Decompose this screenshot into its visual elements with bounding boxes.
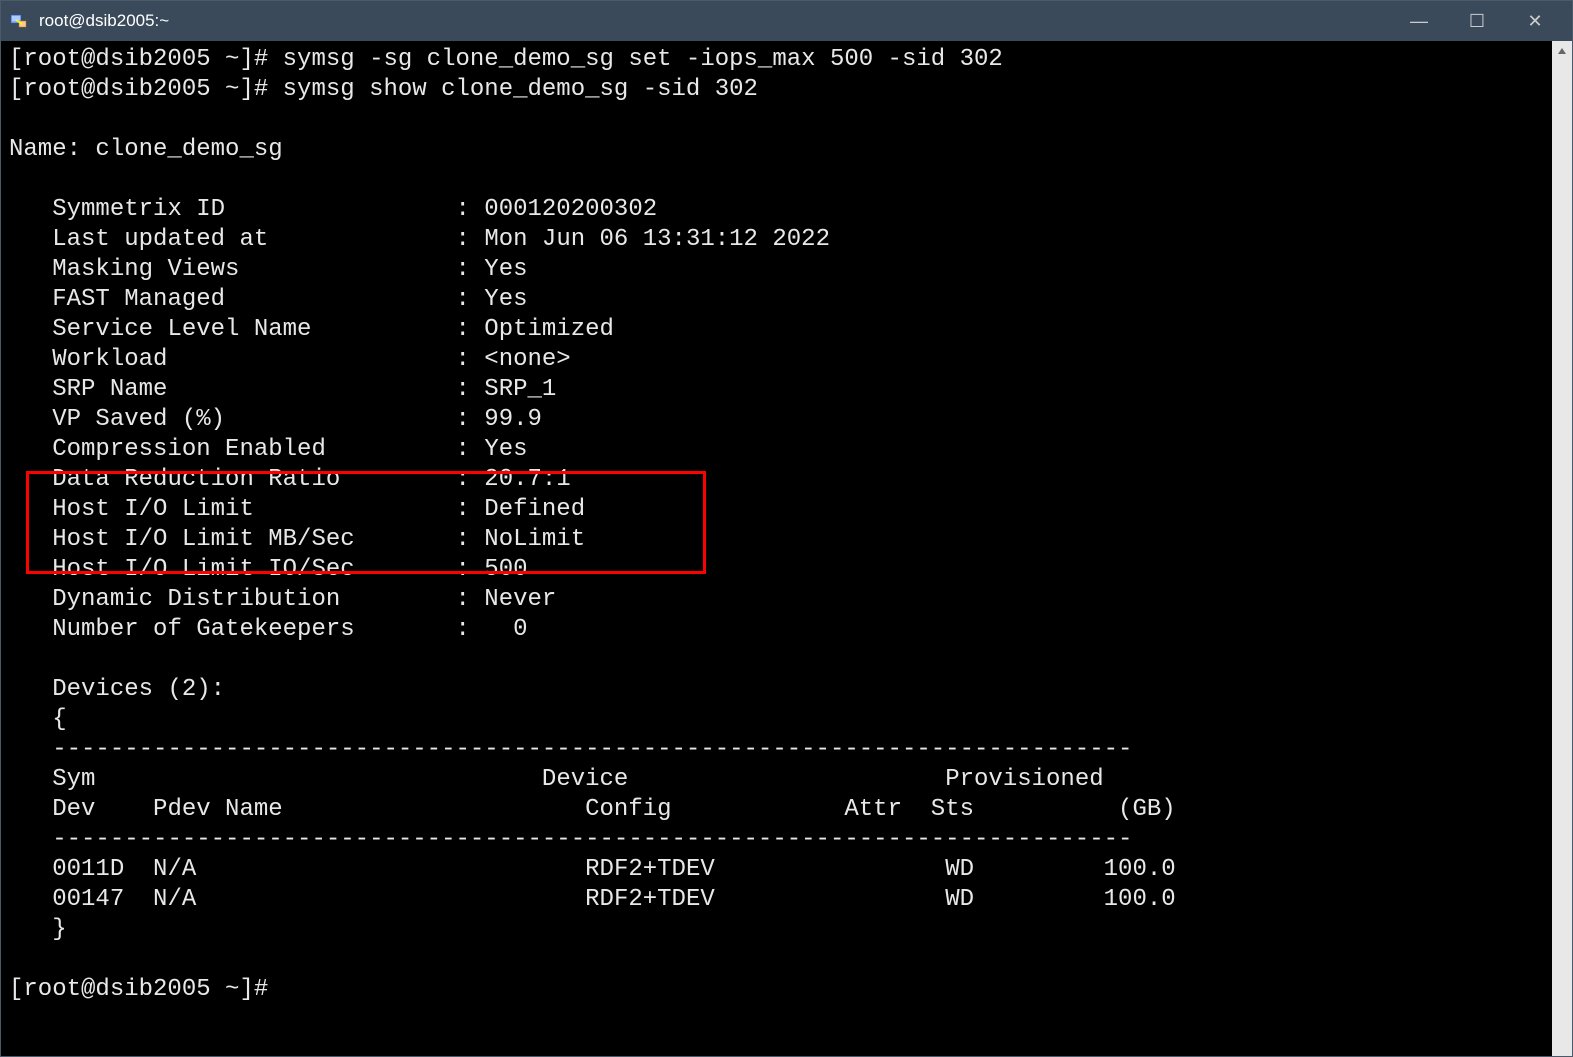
table-header: Attr xyxy=(844,796,902,823)
command-text: symsg show clone_demo_sg -sid 302 xyxy=(283,76,758,103)
attr-value: Yes xyxy=(484,286,527,313)
terminal-area: [root@dsib2005 ~]# symsg -sg clone_demo_… xyxy=(1,41,1572,1056)
attr-value: 000120200302 xyxy=(484,196,657,223)
separator-line: ----------------------------------------… xyxy=(52,826,1132,853)
cell-sts: WD xyxy=(945,856,974,883)
attr-value: Never xyxy=(484,586,556,613)
vertical-scrollbar[interactable] xyxy=(1552,41,1572,1056)
output-value: clone_demo_sg xyxy=(95,136,282,163)
attr-value: NoLimit xyxy=(484,526,585,553)
terminal-content[interactable]: [root@dsib2005 ~]# symsg -sg clone_demo_… xyxy=(1,41,1552,1056)
table-row: 00147 xyxy=(52,886,124,913)
cell-gb: 100.0 xyxy=(1104,886,1176,913)
attr-value: Yes xyxy=(484,436,527,463)
table-header: Config xyxy=(585,796,671,823)
title-bar[interactable]: root@dsib2005:~ — ☐ ✕ xyxy=(1,1,1572,41)
cell-gb: 100.0 xyxy=(1104,856,1176,883)
command-text: symsg -sg clone_demo_sg set -iops_max 50… xyxy=(283,46,1003,73)
separator-line: ----------------------------------------… xyxy=(52,736,1132,763)
attr-value: Yes xyxy=(484,256,527,283)
cell-pdev: N/A xyxy=(153,856,196,883)
table-header: Device xyxy=(542,766,628,793)
cell-pdev: N/A xyxy=(153,886,196,913)
attr-value: Mon Jun 06 13:31:12 2022 xyxy=(484,226,830,253)
scroll-up-arrow-icon[interactable] xyxy=(1554,43,1570,59)
terminal-window: root@dsib2005:~ — ☐ ✕ [root@dsib2005 ~]#… xyxy=(0,0,1573,1057)
maximize-button[interactable]: ☐ xyxy=(1448,1,1506,41)
attr-label: Number of Gatekeepers xyxy=(52,616,354,643)
cell-config: RDF2+TDEV xyxy=(585,886,715,913)
table-header: (GB) xyxy=(1118,796,1176,823)
window-controls: — ☐ ✕ xyxy=(1390,1,1564,41)
attr-label: Compression Enabled xyxy=(52,436,326,463)
brace: { xyxy=(52,706,66,733)
section-header: Devices (2): xyxy=(52,676,225,703)
table-row: 0011D xyxy=(52,856,124,883)
attr-value: <none> xyxy=(484,346,570,373)
cell-config: RDF2+TDEV xyxy=(585,856,715,883)
attr-label: Symmetrix ID xyxy=(52,196,225,223)
minimize-button[interactable]: — xyxy=(1390,1,1448,41)
window-title: root@dsib2005:~ xyxy=(39,11,1390,31)
table-header: Provisioned xyxy=(945,766,1103,793)
attr-value: SRP_1 xyxy=(484,376,556,403)
brace: } xyxy=(52,916,66,943)
table-header: Sts xyxy=(931,796,974,823)
attr-label: Host I/O Limit xyxy=(52,496,254,523)
attr-label: Service Level Name xyxy=(52,316,311,343)
cell-sts: WD xyxy=(945,886,974,913)
attr-label: VP Saved (%) xyxy=(52,406,225,433)
table-header: Dev xyxy=(52,796,95,823)
prompt: [root@dsib2005 ~]# xyxy=(9,976,268,1003)
output-label: Name: xyxy=(9,136,81,163)
attr-label: SRP Name xyxy=(52,376,167,403)
prompt: [root@dsib2005 ~]# xyxy=(9,76,268,103)
attr-value: 0 xyxy=(513,616,527,643)
attr-value: 500 xyxy=(484,556,527,583)
attr-label: Workload xyxy=(52,346,167,373)
close-button[interactable]: ✕ xyxy=(1506,1,1564,41)
attr-label: Last updated at xyxy=(52,226,268,253)
attr-value: 99.9 xyxy=(484,406,542,433)
prompt: [root@dsib2005 ~]# xyxy=(9,46,268,73)
attr-label: Host I/O Limit MB/Sec xyxy=(52,526,354,553)
putty-icon xyxy=(9,11,29,31)
table-header: Sym xyxy=(52,766,95,793)
attr-label: Data Reduction Ratio xyxy=(52,466,340,493)
attr-value: Optimized xyxy=(484,316,614,343)
table-header: Pdev Name xyxy=(153,796,283,823)
attr-value: 20.7:1 xyxy=(484,466,570,493)
attr-label: Dynamic Distribution xyxy=(52,586,340,613)
attr-label: Masking Views xyxy=(52,256,239,283)
attr-label: Host I/O Limit IO/Sec xyxy=(52,556,354,583)
attr-value: Defined xyxy=(484,496,585,523)
attr-label: FAST Managed xyxy=(52,286,225,313)
